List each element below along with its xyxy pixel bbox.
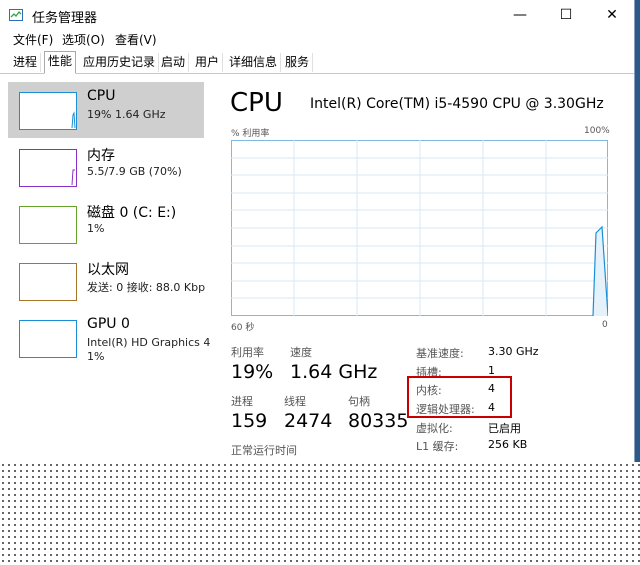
tab-services[interactable]: 服务 bbox=[282, 53, 314, 72]
sidebar-item-ethernet[interactable]: 以太网 发送: 0 接收: 88.0 Kbp bbox=[8, 253, 206, 309]
handles-label: 句柄 bbox=[348, 395, 370, 408]
virtualization-label: 虚拟化: bbox=[416, 422, 453, 435]
sidebar-item-title: 内存 bbox=[87, 148, 115, 164]
cpu-detail-panel: CPU Intel(R) Core(TM) i5-4590 CPU @ 3.30… bbox=[214, 82, 614, 470]
utilization-axis-label: % 利用率 bbox=[231, 129, 270, 139]
threads-label: 线程 bbox=[284, 395, 306, 408]
base-speed-label: 基准速度: bbox=[416, 347, 464, 360]
time-axis-zero: 0 bbox=[602, 320, 608, 330]
handles-value: 80335 bbox=[348, 410, 409, 432]
cpu-model-name: Intel(R) Core(TM) i5-4590 CPU @ 3.30GHz bbox=[310, 96, 604, 112]
utilization-value: 19% bbox=[231, 361, 274, 383]
close-button[interactable]: ✕ bbox=[589, 0, 635, 30]
speed-value: 1.64 GHz bbox=[290, 361, 378, 383]
utilization-label: 利用率 bbox=[231, 346, 264, 359]
sidebar-item-title: 以太网 bbox=[87, 262, 129, 278]
sidebar-item-subtitle: 19% 1.64 GHz bbox=[87, 108, 166, 121]
base-speed-value: 3.30 GHz bbox=[488, 345, 539, 358]
sidebar-item-gpu[interactable]: GPU 0 Intel(R) HD Graphics 4 1% bbox=[8, 310, 210, 366]
tab-bar: 进程 性能 应用历史记录 启动 用户 详细信息 服务 bbox=[0, 51, 634, 74]
disk-thumbnail-graph bbox=[19, 206, 77, 244]
sidebar-item-title: 磁盘 0 (C: E:) bbox=[87, 205, 177, 221]
page-title: CPU bbox=[230, 88, 283, 118]
tab-users[interactable]: 用户 bbox=[192, 53, 224, 72]
sidebar-item-subtitle: Intel(R) HD Graphics 4 bbox=[87, 336, 211, 349]
sidebar-item-cpu[interactable]: CPU 19% 1.64 GHz bbox=[8, 82, 204, 138]
task-manager-window: 任务管理器 — ☐ ✕ 文件(F) 选项(O) 查看(V) 进程 性能 应用历史… bbox=[0, 0, 635, 470]
processes-value: 159 bbox=[231, 410, 268, 432]
l1-cache-value: 256 KB bbox=[488, 438, 528, 451]
memory-thumbnail-graph bbox=[19, 149, 77, 187]
uptime-label: 正常运行时间 bbox=[231, 444, 297, 457]
sidebar-item-subtitle: 5.5/7.9 GB (70%) bbox=[87, 165, 182, 178]
tab-processes[interactable]: 进程 bbox=[10, 53, 42, 72]
title-bar: 任务管理器 — ☐ ✕ bbox=[0, 0, 634, 30]
cores-highlight-box bbox=[407, 376, 512, 418]
virtualization-value: 已启用 bbox=[488, 422, 521, 435]
gpu-thumbnail-graph bbox=[19, 320, 77, 358]
maximize-button[interactable]: ☐ bbox=[543, 0, 589, 30]
sidebar-item-subtitle: 发送: 0 接收: 88.0 Kbp bbox=[87, 281, 206, 294]
resource-sidebar: CPU 19% 1.64 GHz 内存 5.5/7.9 GB (70%) 磁盘 … bbox=[8, 82, 210, 470]
menu-options[interactable]: 选项(O) bbox=[62, 31, 105, 48]
menu-bar: 文件(F) 选项(O) 查看(V) bbox=[0, 30, 634, 48]
minimize-button[interactable]: — bbox=[497, 0, 543, 30]
menu-file[interactable]: 文件(F) bbox=[13, 31, 53, 48]
sidebar-item-subtitle: 1% bbox=[87, 222, 105, 235]
cpu-thumbnail-graph bbox=[19, 92, 77, 130]
threads-value: 2474 bbox=[284, 410, 333, 432]
tab-startup[interactable]: 启动 bbox=[158, 53, 190, 72]
tab-app-history[interactable]: 应用历史记录 bbox=[80, 53, 160, 72]
window-title: 任务管理器 bbox=[32, 11, 98, 26]
cpu-usage-graph bbox=[231, 140, 608, 316]
speed-label: 速度 bbox=[290, 346, 312, 359]
max-percent-label: 100% bbox=[584, 126, 610, 136]
l1-cache-label: L1 缓存: bbox=[416, 440, 459, 453]
task-manager-icon bbox=[9, 9, 23, 21]
sidebar-item-disk[interactable]: 磁盘 0 (C: E:) 1% bbox=[8, 196, 204, 252]
sidebar-item-title: GPU 0 bbox=[87, 316, 130, 332]
tab-performance[interactable]: 性能 bbox=[44, 51, 77, 74]
tab-details[interactable]: 详细信息 bbox=[226, 53, 282, 72]
dotted-overlay bbox=[0, 462, 640, 565]
sidebar-item-title: CPU bbox=[87, 88, 116, 104]
sidebar-item-memory[interactable]: 内存 5.5/7.9 GB (70%) bbox=[8, 139, 204, 195]
sidebar-item-subtitle-2: 1% bbox=[87, 350, 105, 363]
processes-label: 进程 bbox=[231, 395, 253, 408]
time-axis-label: 60 秒 bbox=[231, 323, 255, 333]
ethernet-thumbnail-graph bbox=[19, 263, 77, 301]
menu-view[interactable]: 查看(V) bbox=[115, 31, 157, 48]
